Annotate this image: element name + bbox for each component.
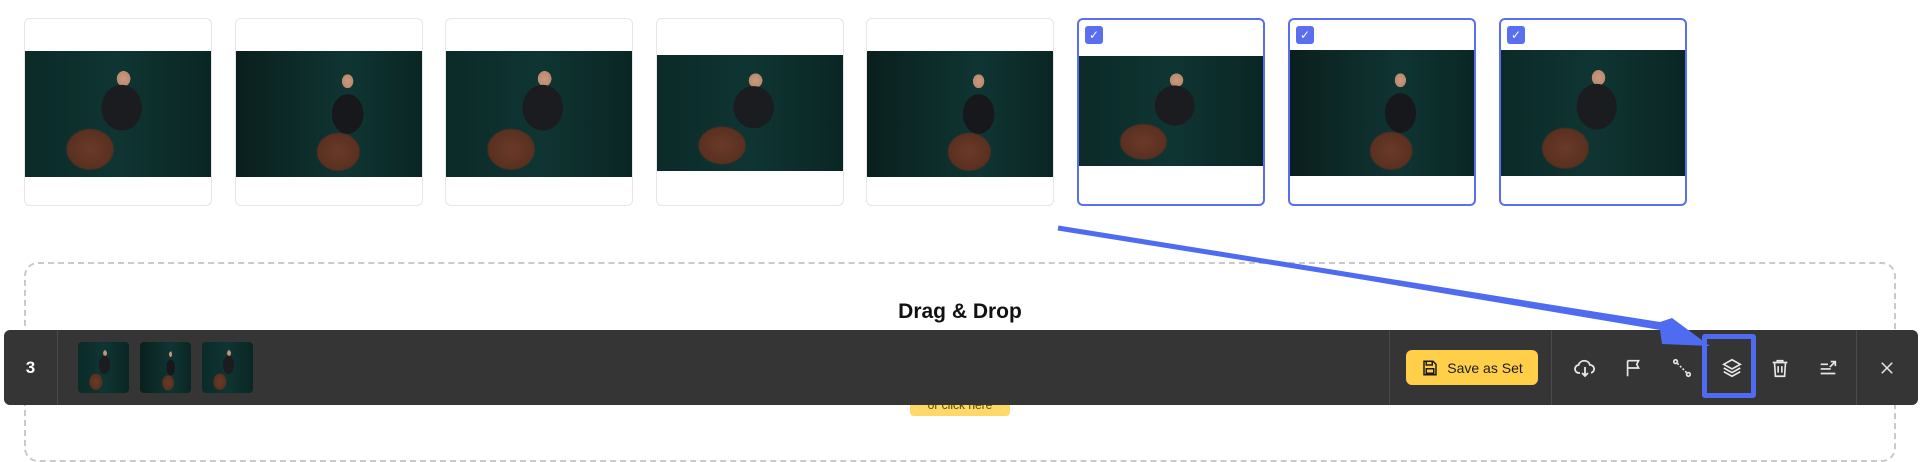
selected-thumbnail[interactable] [140,342,191,393]
annotation-highlight-box [1702,334,1756,398]
selected-thumbnail[interactable] [78,342,129,393]
checkbox-checked[interactable]: ✓ [1507,26,1525,44]
photo-tile-selected[interactable]: ✓ [1077,18,1265,206]
sort-export-icon [1820,360,1837,375]
photo-image [25,51,211,177]
export-button[interactable] [1808,348,1848,388]
photo-image [1290,50,1474,176]
trash-icon [1772,359,1788,378]
connect-button[interactable] [1662,348,1702,388]
save-as-set-label: Save as Set [1447,359,1523,376]
flag-icon [1626,359,1640,377]
selected-thumbnail[interactable] [202,342,253,393]
delete-button[interactable] [1760,348,1800,388]
photo-image [1501,50,1685,176]
photo-tile[interactable] [445,18,633,206]
close-button[interactable] [1867,348,1907,388]
flag-button[interactable] [1614,348,1654,388]
thumbnail-image [78,342,129,393]
photo-image [1079,56,1263,166]
drop-zone-title: Drag & Drop [898,300,1022,323]
photo-tile-selected[interactable]: ✓ [1288,18,1476,206]
selection-toolbar: 3 Save as Set [4,330,1918,405]
checkbox-checked[interactable]: ✓ [1085,26,1103,44]
divider [1856,330,1857,405]
save-as-set-button[interactable]: Save as Set [1406,350,1538,385]
download-cloud-icon [1574,359,1595,378]
photo-tile[interactable] [866,18,1054,206]
download-cloud-button[interactable] [1565,348,1605,388]
photo-image [657,55,843,171]
close-icon [1881,362,1893,374]
photo-tile[interactable] [24,18,212,206]
divider [1551,330,1552,405]
thumbnail-image [202,342,253,393]
checkbox-checked[interactable]: ✓ [1296,26,1314,44]
connect-icon [1672,358,1692,378]
photo-image [867,51,1053,177]
photo-image [446,51,632,177]
save-icon [1423,360,1437,375]
photo-tile[interactable] [656,18,844,206]
thumbnail-image [140,342,191,393]
photo-tile[interactable] [235,18,423,206]
photo-tile-selected[interactable]: ✓ [1499,18,1687,206]
selected-count: 3 [4,330,58,405]
divider [1389,330,1390,405]
photo-image [236,51,422,177]
